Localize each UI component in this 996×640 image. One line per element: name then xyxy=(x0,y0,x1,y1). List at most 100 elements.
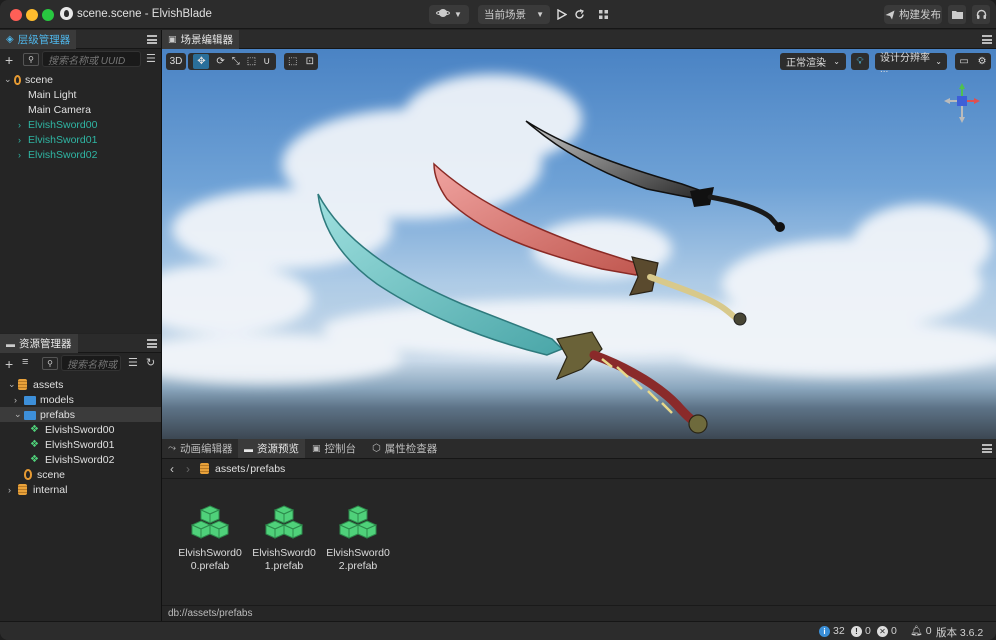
pivot-icon[interactable]: ⬚ xyxy=(288,56,297,67)
hierarchy-menu-icon[interactable] xyxy=(147,35,157,44)
build-publish-button[interactable]: 构建发布 xyxy=(884,5,942,24)
toggle-3d-button[interactable]: 3D xyxy=(166,53,186,70)
add-asset-icon[interactable]: + xyxy=(5,356,13,372)
warning-count-value: 0 xyxy=(865,625,871,637)
bottom-panel-menu-icon[interactable] xyxy=(982,444,992,453)
resolution-select[interactable]: 设计分辨率 ... ⌄ xyxy=(875,53,947,75)
maximize-window-button[interactable] xyxy=(42,9,54,21)
scene-editor-menu-icon[interactable] xyxy=(982,35,992,44)
assets-header: ▬ 资源管理器 xyxy=(0,334,161,353)
title-bar: scene.scene - ElvishBlade ▼ 当前场景 ▼ 构建发布 xyxy=(0,0,996,29)
chevron-right-icon[interactable]: › xyxy=(14,395,24,405)
prefab-icon: ❖ xyxy=(30,439,39,450)
asset-card-elvishsword02[interactable]: ElvishSword0 2.prefab xyxy=(326,505,390,573)
tab-inspector[interactable]: ⬡ 属性检查器 xyxy=(366,439,443,458)
scene-viewport[interactable]: 3D ✥ ⟳ ⤡ ⬚ ∪ ⬚ ⊡ 正常渲染 ⌄ 💡︎ 设计分辨率 ... ⌄ ▭… xyxy=(162,49,996,439)
project-menu-button[interactable]: ▼ xyxy=(429,5,469,24)
minimize-window-button[interactable] xyxy=(26,9,38,21)
chevron-right-icon[interactable]: › xyxy=(18,150,28,160)
asset-path: db://assets/prefabs xyxy=(168,608,253,619)
render-mode-select[interactable]: 正常渲染 ⌄ xyxy=(780,53,846,70)
coordinate-icon[interactable]: ⊡ xyxy=(306,56,314,67)
tree-item-main-light[interactable]: Main Light xyxy=(28,87,76,102)
tree-item-main-camera[interactable]: Main Camera xyxy=(28,102,91,117)
notification-count[interactable]: 🔔︎ 0 xyxy=(910,625,932,637)
scene-editor-header: ▣ 场景编辑器 xyxy=(162,30,996,49)
tab-asset-preview[interactable]: ▬ 资源预览 xyxy=(238,439,305,458)
tab-scene-editor[interactable]: ▣ 场景编辑器 xyxy=(162,30,240,49)
hierarchy-search-input[interactable]: 搜索名称或 UUID xyxy=(42,51,141,67)
sort-icon[interactable]: ≡ xyxy=(22,356,28,368)
prefab-icon xyxy=(191,505,229,539)
chevron-down-icon: ⌄ xyxy=(833,57,840,66)
resolution-label: 设计分辨率 ... xyxy=(880,52,930,75)
app-logo-icon xyxy=(60,7,73,20)
rotate-tool-icon[interactable]: ⟳ xyxy=(216,56,224,67)
tab-console[interactable]: ▣ 控制台 xyxy=(306,439,362,458)
assets-menu-icon[interactable] xyxy=(147,339,157,348)
play-button[interactable] xyxy=(555,5,569,24)
warning-count[interactable]: ! 0 xyxy=(851,625,871,637)
orientation-gizmo[interactable] xyxy=(940,81,990,129)
chevron-down-icon[interactable]: ⌄ xyxy=(8,379,18,390)
tab-animation-editor[interactable]: ⤳ 动画编辑器 xyxy=(162,439,239,458)
back-icon[interactable]: ‹ xyxy=(170,462,174,476)
account-button[interactable] xyxy=(972,5,990,24)
breadcrumb-item[interactable]: prefabs xyxy=(250,463,285,475)
tree-item-scene[interactable]: ⌄ scene xyxy=(4,72,161,87)
search-type-icon[interactable]: ⚲ xyxy=(23,53,39,66)
tree-item-label: models xyxy=(40,393,74,406)
forward-icon[interactable]: › xyxy=(186,462,190,476)
chevron-down-icon[interactable]: ⌄ xyxy=(4,74,14,85)
asset-card-elvishsword01[interactable]: ElvishSword0 1.prefab xyxy=(252,505,316,573)
rect-tool-icon[interactable]: ⬚ xyxy=(247,56,256,67)
assets-search-input[interactable]: 搜索名称或 xyxy=(61,355,121,371)
refresh-icon[interactable]: ↻ xyxy=(146,356,155,369)
search-type-icon[interactable]: ⚲ xyxy=(42,357,58,370)
tree-item-prefabs[interactable]: ⌄ prefabs xyxy=(0,407,161,422)
tree-item-elvishsword01[interactable]: › ElvishSword01 xyxy=(18,132,97,147)
asset-card-elvishsword00[interactable]: ElvishSword0 0.prefab xyxy=(178,505,242,573)
pivot-tools: ⬚ ⊡ xyxy=(284,53,318,70)
chevron-right-icon[interactable]: › xyxy=(18,120,28,130)
tab-assets[interactable]: ▬ 资源管理器 xyxy=(0,334,78,353)
tree-item-elvishsword02[interactable]: › ElvishSword02 xyxy=(18,147,97,162)
gear-icon[interactable]: ⚙ xyxy=(978,56,987,67)
scale-tool-icon[interactable]: ⤡ xyxy=(232,56,240,67)
open-folder-button[interactable] xyxy=(948,5,966,24)
chevron-down-icon[interactable]: ⌄ xyxy=(14,409,24,420)
preview-layout-button[interactable] xyxy=(596,5,610,24)
tree-item-internal[interactable]: › internal xyxy=(8,482,67,497)
info-count[interactable]: i 32 xyxy=(819,625,845,637)
list-view-icon[interactable]: ☰ xyxy=(146,52,156,65)
move-tool-icon[interactable]: ✥ xyxy=(193,54,210,69)
tree-item-label: ElvishSword01 xyxy=(45,438,115,451)
breadcrumb-item[interactable]: assets xyxy=(215,463,245,475)
folder-icon xyxy=(24,396,36,405)
tree-item-scene-asset[interactable]: scene xyxy=(24,467,65,482)
chevron-right-icon[interactable]: › xyxy=(8,485,18,495)
tree-item-label: ElvishSword00 xyxy=(45,423,115,436)
add-node-icon[interactable]: + xyxy=(5,52,13,68)
tree-item-elvishsword02-prefab[interactable]: ❖ ElvishSword02 xyxy=(30,452,114,467)
snap-tool-icon[interactable]: ∪ xyxy=(263,56,270,67)
tree-item-label: assets xyxy=(33,378,64,391)
folder-icon xyxy=(951,11,963,19)
camera-icon[interactable]: ▭ xyxy=(959,56,968,67)
chevron-right-icon[interactable]: › xyxy=(18,135,28,145)
tree-item-elvishsword00-prefab[interactable]: ❖ ElvishSword00 xyxy=(30,422,114,437)
lighting-toggle[interactable]: 💡︎ xyxy=(851,53,869,70)
scene-select[interactable]: 当前场景 ▼ xyxy=(478,5,550,24)
tree-item-elvishsword01-prefab[interactable]: ❖ ElvishSword01 xyxy=(30,437,114,452)
error-count[interactable]: ✕ 0 xyxy=(877,625,897,637)
tree-item-label: Main Light xyxy=(28,88,77,101)
asset-card-label: ElvishSword0 xyxy=(178,547,242,559)
tree-item-elvishsword00[interactable]: › ElvishSword00 xyxy=(18,117,97,132)
close-window-button[interactable] xyxy=(10,9,22,21)
tree-item-models[interactable]: › models xyxy=(14,392,161,407)
preview-breadcrumb-bar: ‹ › assets / prefabs xyxy=(162,459,996,479)
list-view-icon[interactable]: ☰ xyxy=(128,356,138,369)
tree-item-assets[interactable]: ⌄ assets xyxy=(8,377,161,392)
refresh-button[interactable] xyxy=(572,5,586,24)
tab-hierarchy[interactable]: ◈ 层级管理器 xyxy=(0,30,77,49)
